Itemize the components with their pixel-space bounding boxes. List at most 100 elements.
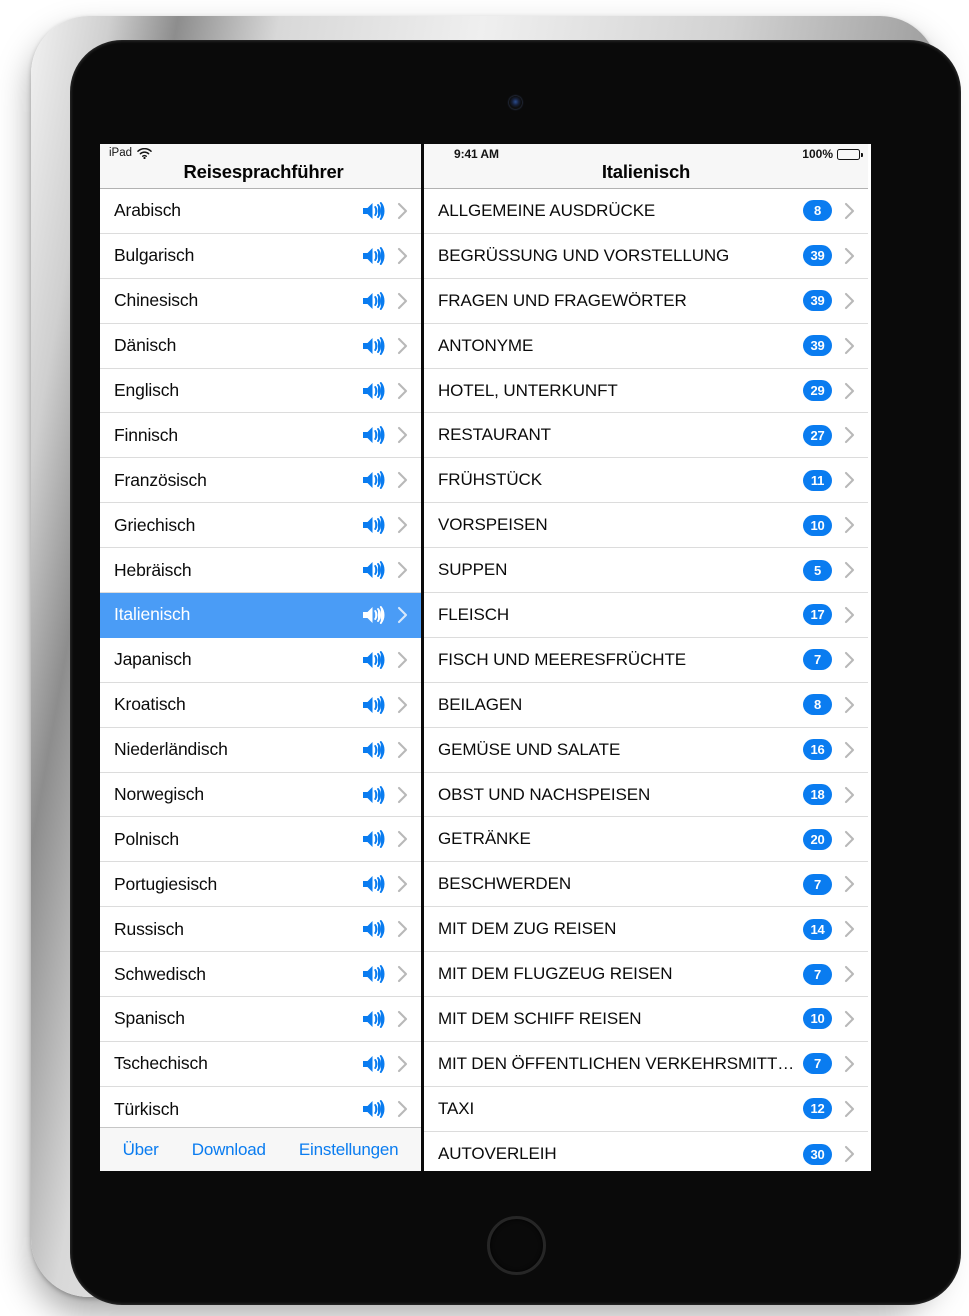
- wifi-icon: [137, 147, 152, 159]
- speaker-icon[interactable]: [362, 1098, 386, 1120]
- speaker-icon[interactable]: [362, 380, 386, 402]
- category-row[interactable]: AUTOVERLEIH 30: [424, 1131, 868, 1171]
- category-row[interactable]: BESCHWERDEN 7: [424, 862, 868, 908]
- chevron-right-icon: [844, 202, 855, 219]
- category-row[interactable]: RESTAURANT 27: [424, 413, 868, 459]
- speaker-icon[interactable]: [362, 424, 386, 446]
- speaker-icon[interactable]: [362, 469, 386, 491]
- language-row[interactable]: Finnisch: [100, 413, 421, 459]
- language-row[interactable]: Arabisch: [100, 189, 421, 234]
- speaker-icon[interactable]: [362, 200, 386, 222]
- category-row[interactable]: OBST UND NACHSPEISEN 18: [424, 772, 868, 818]
- category-row[interactable]: TAXI 12: [424, 1086, 868, 1132]
- chevron-right-icon: [397, 472, 408, 489]
- count-badge: 29: [803, 380, 832, 401]
- category-label: GETRÄNKE: [438, 829, 531, 849]
- language-label: Portugiesisch: [114, 873, 218, 894]
- speaker-icon[interactable]: [362, 694, 386, 716]
- chevron-right-icon: [397, 382, 408, 399]
- category-row[interactable]: MIT DEM ZUG REISEN 14: [424, 907, 868, 953]
- language-row[interactable]: Polnisch: [100, 817, 421, 863]
- category-row[interactable]: VORSPEISEN 10: [424, 503, 868, 549]
- language-row[interactable]: Italienisch: [100, 593, 421, 638]
- chevron-right-icon: [397, 247, 408, 264]
- language-row[interactable]: Norwegisch: [100, 772, 421, 818]
- settings-button[interactable]: Einstellungen: [299, 1140, 399, 1160]
- speaker-icon[interactable]: [362, 1053, 386, 1075]
- language-row[interactable]: Bulgarisch: [100, 233, 421, 279]
- speaker-icon[interactable]: [362, 514, 386, 536]
- ipad-screen: iPad Reisesprachführer Arabisch Bulgarisc…: [100, 144, 871, 1171]
- speaker-icon[interactable]: [362, 784, 386, 806]
- language-label: Italienisch: [114, 604, 191, 625]
- count-badge: 20: [803, 828, 832, 850]
- speaker-icon[interactable]: [362, 873, 386, 895]
- chevron-right-icon: [397, 427, 408, 444]
- category-row[interactable]: FRÜHSTÜCK 11: [424, 458, 868, 504]
- language-row[interactable]: Türkisch: [100, 1086, 421, 1127]
- category-list[interactable]: ALLGEMEINE AUSDRÜCKE 8 BEGRÜSSUNG UND VORS…: [424, 189, 868, 1171]
- chevron-right-icon: [844, 562, 855, 579]
- language-label: Arabisch: [114, 200, 181, 221]
- language-row[interactable]: Niederländisch: [100, 727, 421, 773]
- category-row[interactable]: HOTEL, UNTERKUNFT 29: [424, 368, 868, 414]
- download-button[interactable]: Download: [192, 1140, 266, 1160]
- category-row[interactable]: FISCH UND MEERESFRÜCHTE 7: [424, 637, 868, 683]
- category-row[interactable]: MIT DEM FLUGZEUG REISEN 7: [424, 952, 868, 998]
- category-row[interactable]: MIT DEN ÖFFENTLICHEN VERKEHRSMITTE… 7: [424, 1041, 868, 1087]
- home-button-icon[interactable]: [487, 1216, 546, 1275]
- language-row[interactable]: Dänisch: [100, 323, 421, 369]
- category-row[interactable]: GEMÜSE UND SALATE 16: [424, 727, 868, 773]
- category-row[interactable]: ALLGEMEINE AUSDRÜCKE 8: [424, 189, 868, 234]
- category-row[interactable]: BEGRÜSSUNG UND VORSTELLUNG 39: [424, 233, 868, 279]
- language-row[interactable]: Kroatisch: [100, 682, 421, 728]
- speaker-icon[interactable]: [362, 604, 386, 626]
- speaker-icon[interactable]: [362, 828, 386, 850]
- language-list[interactable]: Arabisch Bulgarisch Chinesisch Dänisch Engli…: [100, 189, 421, 1127]
- speaker-icon[interactable]: [362, 335, 386, 357]
- category-row[interactable]: GETRÄNKE 20: [424, 817, 868, 863]
- language-row[interactable]: Französisch: [100, 458, 421, 504]
- speaker-icon[interactable]: [362, 739, 386, 761]
- speaker-icon[interactable]: [362, 559, 386, 581]
- category-label: FISCH UND MEERESFRÜCHTE: [438, 649, 686, 669]
- language-row[interactable]: Portugiesisch: [100, 862, 421, 908]
- language-row[interactable]: Englisch: [100, 368, 421, 414]
- chevron-right-icon: [844, 1146, 855, 1163]
- chevron-right-icon: [844, 382, 855, 399]
- status-bar-time: 9:41 AM: [454, 147, 499, 161]
- language-row[interactable]: Tschechisch: [100, 1041, 421, 1087]
- speaker-icon[interactable]: [362, 918, 386, 940]
- speaker-icon[interactable]: [362, 290, 386, 312]
- language-row[interactable]: Spanisch: [100, 997, 421, 1042]
- chevron-right-icon: [844, 292, 855, 309]
- speaker-icon[interactable]: [362, 245, 386, 267]
- chevron-right-icon: [844, 337, 855, 354]
- speaker-icon[interactable]: [362, 963, 386, 985]
- category-row[interactable]: SUPPEN 5: [424, 548, 868, 594]
- count-badge: 17: [803, 604, 832, 626]
- chevron-right-icon: [844, 696, 855, 713]
- language-row[interactable]: Schwedisch: [100, 952, 421, 998]
- category-row[interactable]: FRAGEN UND FRAGEWÖRTER 39: [424, 278, 868, 324]
- count-badge: 8: [803, 200, 832, 222]
- category-row[interactable]: ANTONYME 39: [424, 323, 868, 369]
- carrier-label: iPad: [109, 147, 133, 159]
- language-label: Kroatisch: [114, 694, 186, 715]
- camera-icon: [509, 96, 522, 109]
- category-row[interactable]: FLEISCH 17: [424, 593, 868, 638]
- language-row[interactable]: Chinesisch: [100, 278, 421, 324]
- language-row[interactable]: Griechisch: [100, 503, 421, 549]
- category-row[interactable]: BEILAGEN 8: [424, 682, 868, 728]
- speaker-icon[interactable]: [362, 1008, 386, 1030]
- language-label: Norwegisch: [114, 784, 204, 805]
- speaker-icon[interactable]: [362, 649, 386, 671]
- count-badge: 30: [803, 1143, 832, 1165]
- language-row[interactable]: Japanisch: [100, 637, 421, 683]
- category-row[interactable]: MIT DEM SCHIFF REISEN 10: [424, 997, 868, 1042]
- category-list-panel: 9:41 AM Italienisch 100% ALLGEMEINE AUSD…: [424, 144, 868, 1171]
- language-row[interactable]: Hebräisch: [100, 548, 421, 594]
- category-label: TAXI: [438, 1098, 475, 1118]
- language-row[interactable]: Russisch: [100, 907, 421, 953]
- about-button[interactable]: Über: [123, 1140, 159, 1160]
